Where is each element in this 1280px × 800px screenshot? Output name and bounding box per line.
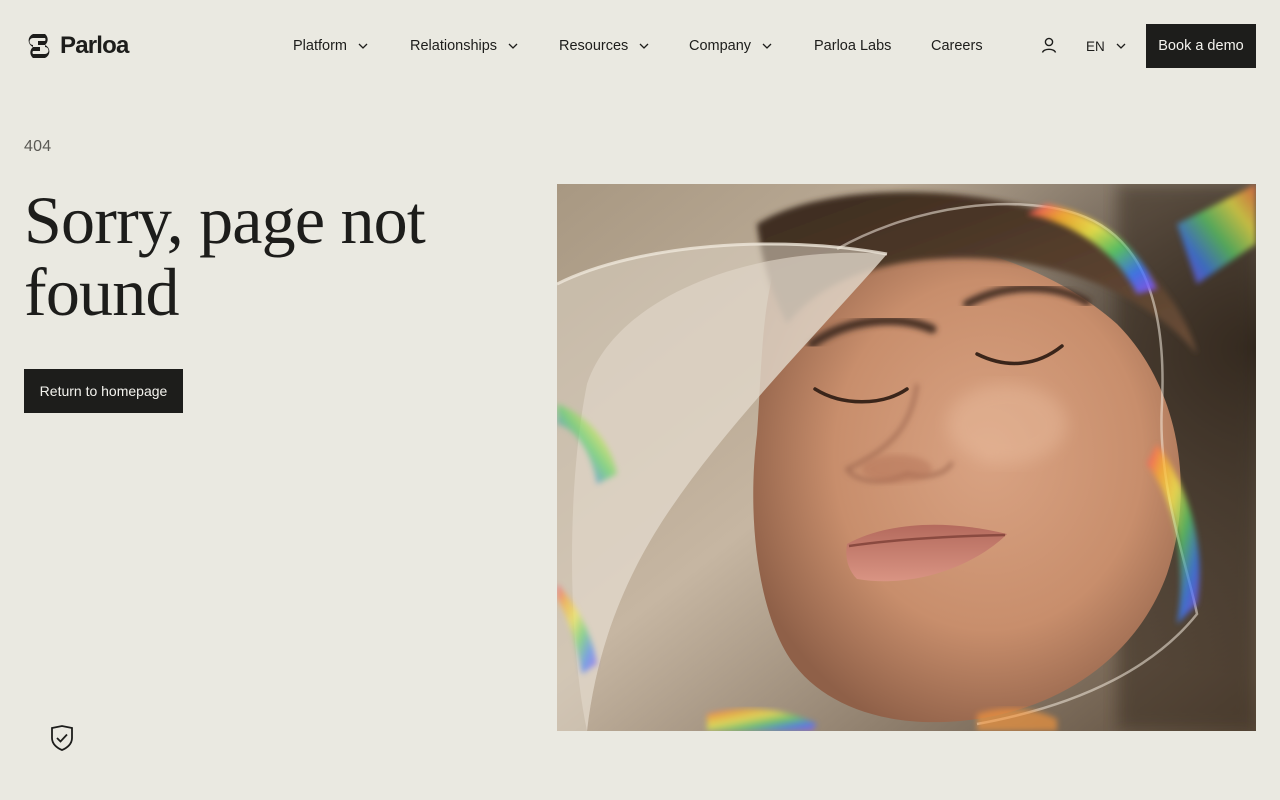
parloa-logo-link[interactable]: Parloa (24, 32, 129, 60)
site-header: Parloa Platform Relationships Resources … (0, 0, 1280, 92)
language-selector[interactable]: EN (1086, 34, 1127, 58)
nav-company[interactable]: Company (689, 34, 773, 58)
nav-relationships-label: Relationships (410, 38, 498, 54)
chevron-down-icon (1116, 43, 1126, 49)
return-home-button[interactable]: Return to homepage (24, 369, 183, 413)
nav-company-label: Company (689, 38, 752, 54)
nav-resources[interactable]: Resources (559, 34, 650, 58)
nav-platform[interactable]: Platform (293, 34, 369, 58)
nav-relationships[interactable]: Relationships (410, 34, 519, 58)
error-code: 404 (24, 138, 52, 155)
nav-resources-label: Resources (559, 38, 629, 54)
shield-check-icon[interactable] (50, 725, 74, 751)
chevron-down-icon (639, 43, 649, 49)
nav-careers[interactable]: Careers (931, 34, 983, 58)
user-icon[interactable] (1040, 36, 1058, 54)
nav-careers-label: Careers (931, 38, 983, 54)
language-label: EN (1086, 38, 1105, 54)
chevron-down-icon (358, 43, 368, 49)
nav-parloa-labs-label: Parloa Labs (814, 38, 892, 54)
nav-parloa-labs[interactable]: Parloa Labs (814, 34, 891, 58)
page-title: Sorry, page not found (24, 182, 426, 330)
logo-wordmark: Parloa (60, 32, 129, 59)
hero-image (557, 184, 1256, 731)
parloa-logo-icon (28, 34, 50, 58)
chevron-down-icon (762, 43, 772, 49)
nav-platform-label: Platform (293, 38, 347, 54)
chevron-down-icon (508, 43, 518, 49)
book-demo-button[interactable]: Book a demo (1146, 24, 1256, 68)
